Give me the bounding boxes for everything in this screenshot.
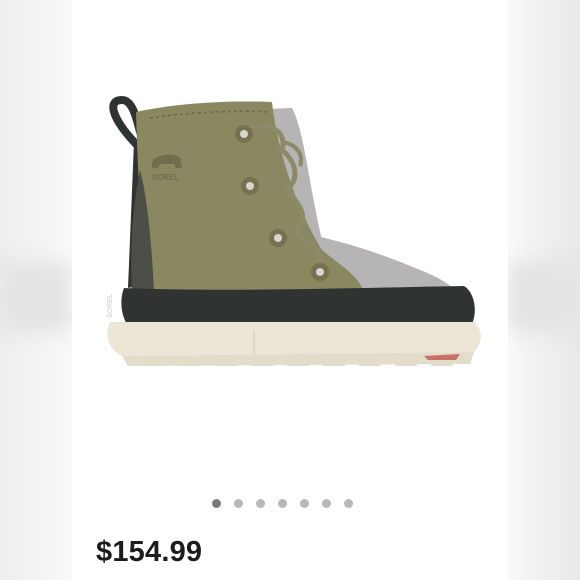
carousel-dot[interactable] bbox=[211, 499, 221, 508]
rubber-band bbox=[121, 286, 475, 326]
carousel-dots bbox=[64, 499, 500, 513]
carousel-dot[interactable] bbox=[299, 499, 309, 508]
left-blurred-margin bbox=[0, 0, 72, 580]
product-card: SOREL SOREL $154.99 bbox=[72, 0, 508, 580]
carousel-dot[interactable] bbox=[255, 499, 265, 508]
carousel-dot[interactable] bbox=[233, 499, 243, 508]
brand-mark-text: SOREL bbox=[152, 173, 180, 182]
product-image[interactable]: SOREL SOREL bbox=[72, 60, 508, 400]
carousel-dot[interactable] bbox=[277, 499, 287, 508]
pull-loop bbox=[109, 95, 144, 152]
carousel-dot[interactable] bbox=[321, 499, 331, 508]
midsole bbox=[107, 322, 481, 356]
product-price: $154.99 bbox=[96, 536, 203, 568]
heel-label: SOREL bbox=[107, 293, 114, 318]
carousel-dot[interactable] bbox=[343, 499, 353, 508]
right-blurred-margin bbox=[508, 0, 580, 580]
